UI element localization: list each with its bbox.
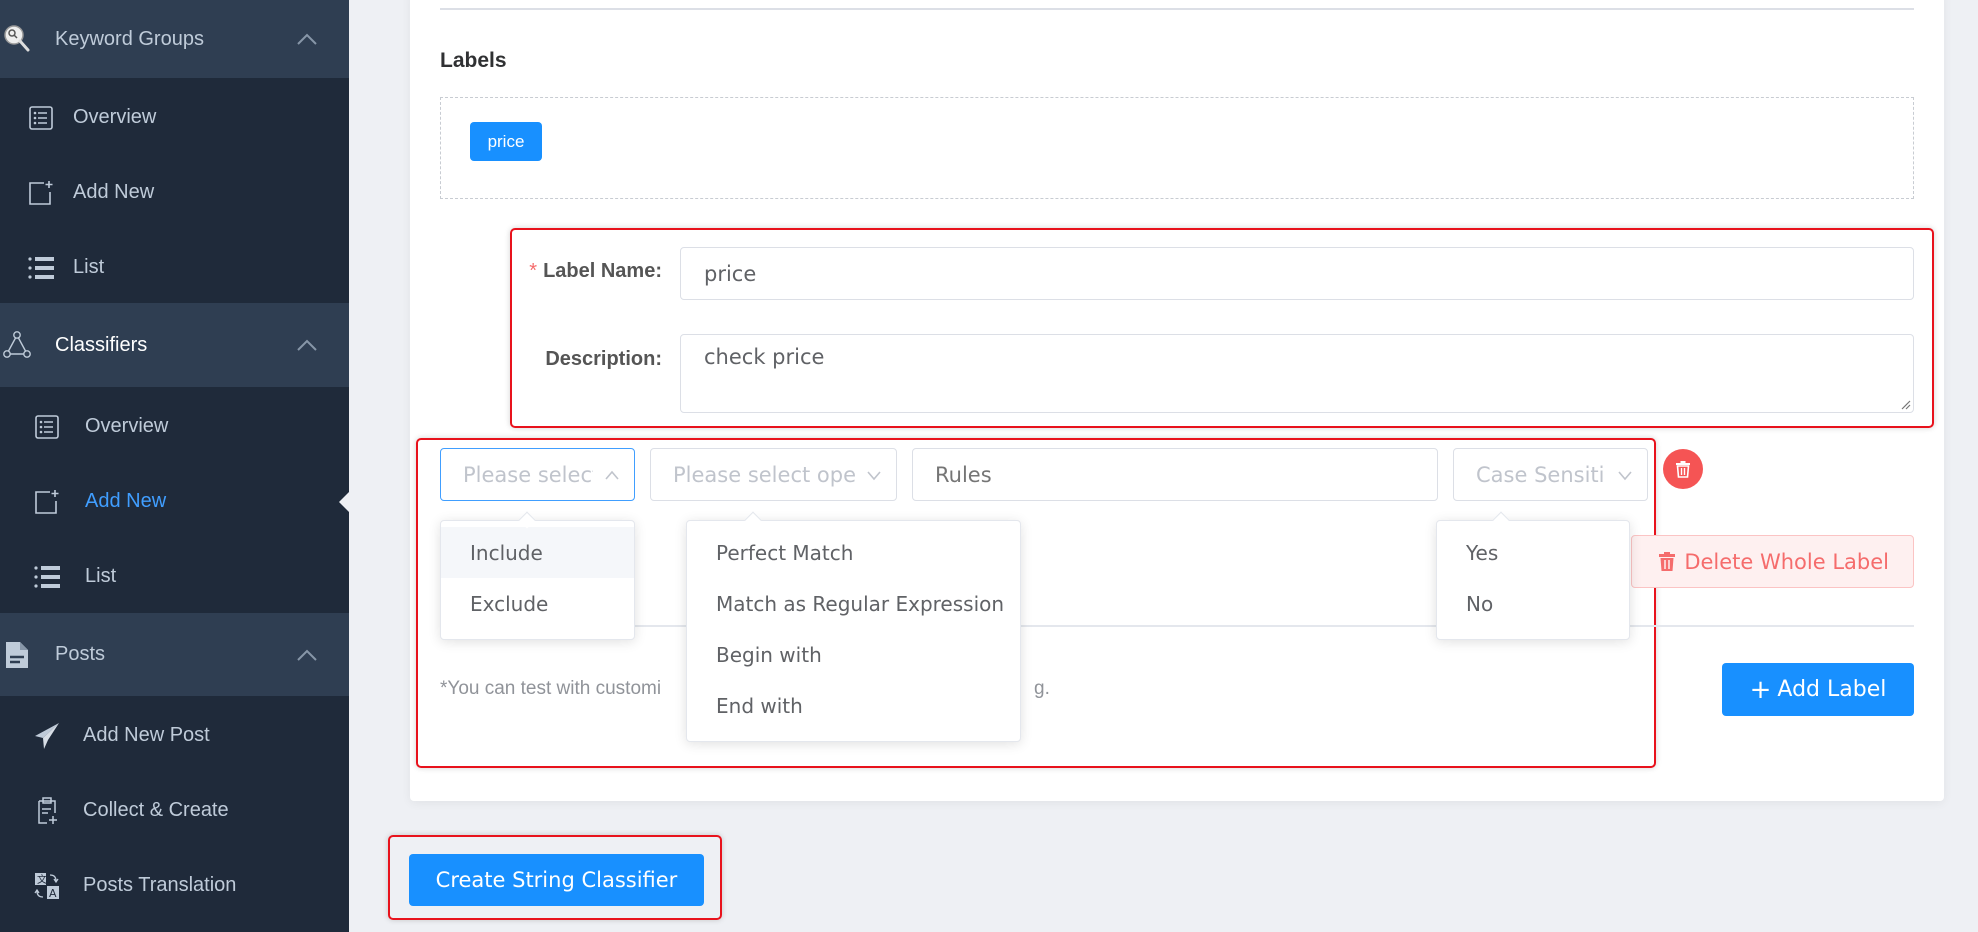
sidebar-item-classifiers-add-new[interactable]: Add New bbox=[0, 464, 349, 539]
operator-dropdown: Perfect Match Match as Regular Expressio… bbox=[686, 511, 1021, 742]
delete-rule-button[interactable] bbox=[1663, 449, 1703, 489]
option-regex[interactable]: Match as Regular Expression bbox=[687, 578, 1020, 629]
add-label-button[interactable]: + Add Label bbox=[1722, 663, 1914, 716]
sidebar-item-classifiers-overview[interactable]: Overview bbox=[0, 389, 349, 464]
option-no[interactable]: No bbox=[1437, 578, 1629, 629]
create-string-classifier-button[interactable]: Create String Classifier bbox=[409, 854, 704, 906]
option-end-with[interactable]: End with bbox=[687, 680, 1020, 731]
hint-text: *You can test with customi g. bbox=[440, 678, 1050, 700]
option-exclude[interactable]: Exclude bbox=[441, 578, 634, 629]
description-value: check price bbox=[704, 345, 825, 369]
label-tag-price[interactable]: price bbox=[470, 122, 542, 161]
chevron-up-icon bbox=[297, 339, 317, 351]
sidebar: Keyword Groups Overview Add New List Cla… bbox=[0, 0, 349, 932]
list-box-icon bbox=[27, 104, 55, 132]
option-yes[interactable]: Yes bbox=[1437, 527, 1629, 578]
case-sensitive-placeholder: Case Sensitive bbox=[1476, 462, 1604, 487]
list-icon bbox=[33, 563, 61, 591]
svg-text:A: A bbox=[49, 887, 57, 900]
option-begin-with[interactable]: Begin with bbox=[687, 629, 1020, 680]
sidebar-item-posts-translation[interactable]: 文A Posts Translation bbox=[0, 848, 349, 923]
sidebar-group-posts[interactable]: Posts bbox=[0, 613, 349, 696]
sidebar-item-label: Overview bbox=[85, 415, 169, 437]
sidebar-item-label: List bbox=[73, 256, 105, 278]
rules-input[interactable] bbox=[912, 448, 1438, 501]
chevron-up-icon bbox=[297, 649, 317, 661]
case-sensitive-select[interactable]: Case Sensitive bbox=[1453, 448, 1648, 501]
sidebar-item-label: Collect & Create bbox=[83, 799, 229, 821]
chevron-down-icon bbox=[1618, 471, 1632, 481]
delete-whole-label-text: Delete Whole Label bbox=[1684, 549, 1889, 574]
sidebar-item-label: Overview bbox=[73, 106, 157, 128]
sidebar-item-keyword-list[interactable]: List bbox=[0, 230, 349, 305]
description-label: Description: bbox=[545, 348, 662, 370]
label-name-input[interactable]: price bbox=[680, 247, 1914, 300]
sidebar-item-keyword-overview[interactable]: Overview bbox=[0, 80, 349, 155]
list-icon bbox=[27, 254, 55, 282]
labels-tag-area bbox=[440, 97, 1914, 199]
resize-handle-icon[interactable] bbox=[1899, 398, 1911, 410]
sidebar-item-label: List bbox=[85, 565, 117, 587]
sidebar-group-label: Classifiers bbox=[55, 333, 148, 356]
network-icon bbox=[2, 330, 32, 360]
active-indicator bbox=[339, 491, 349, 512]
label-name-value: price bbox=[704, 261, 757, 286]
sidebar-item-classifiers-list[interactable]: List bbox=[0, 539, 349, 614]
required-mark: * bbox=[529, 260, 538, 282]
translate-icon: 文A bbox=[33, 872, 61, 900]
operator-placeholder: Please select operator bbox=[673, 462, 855, 487]
trash-icon bbox=[1676, 460, 1690, 478]
list-box-icon bbox=[33, 413, 61, 441]
plus-icon: + bbox=[1749, 674, 1772, 705]
divider bbox=[440, 8, 1914, 10]
operator-select[interactable]: Please select operator bbox=[650, 448, 897, 501]
chevron-down-icon bbox=[867, 471, 881, 481]
sidebar-item-label: Add New Post bbox=[83, 724, 210, 746]
rule-type-dropdown: Include Exclude bbox=[440, 511, 635, 640]
rule-type-select[interactable]: Please select bbox=[440, 448, 635, 501]
sidebar-group-label: Keyword Groups bbox=[55, 27, 204, 50]
sidebar-group-keyword-groups[interactable]: Keyword Groups bbox=[0, 0, 349, 78]
chevron-up-icon bbox=[605, 470, 619, 480]
label-name-label: * Label Name: bbox=[520, 260, 662, 283]
sidebar-item-add-new-post[interactable]: Add New Post bbox=[0, 698, 349, 773]
divider bbox=[440, 625, 1914, 627]
labels-section-title: Labels bbox=[440, 49, 507, 72]
add-doc-icon bbox=[33, 488, 61, 516]
add-doc-icon bbox=[27, 179, 55, 207]
key-search-icon bbox=[2, 24, 32, 54]
delete-whole-label-button[interactable]: Delete Whole Label bbox=[1631, 535, 1914, 588]
description-textarea[interactable]: check price bbox=[680, 334, 1914, 413]
hint-left: *You can test with customi bbox=[440, 678, 662, 699]
svg-text:文: 文 bbox=[37, 873, 47, 886]
rule-type-placeholder: Please select bbox=[463, 462, 593, 487]
sidebar-item-label: Add New bbox=[85, 490, 167, 512]
option-include[interactable]: Include bbox=[441, 527, 634, 578]
paper-plane-icon bbox=[33, 722, 61, 750]
clipboard-add-icon bbox=[33, 796, 61, 825]
sidebar-group-classifiers[interactable]: Classifiers bbox=[0, 303, 349, 387]
document-icon bbox=[2, 640, 32, 670]
add-label-text: Add Label bbox=[1777, 677, 1887, 702]
label-name-text: Label Name: bbox=[543, 260, 662, 282]
hint-right: g. bbox=[1034, 678, 1050, 699]
option-perfect-match[interactable]: Perfect Match bbox=[687, 527, 1020, 578]
case-sensitive-dropdown: Yes No bbox=[1436, 511, 1630, 640]
sidebar-item-label: Posts Translation bbox=[83, 874, 237, 896]
sidebar-item-label: Add New bbox=[73, 181, 155, 203]
sidebar-group-label: Posts bbox=[55, 643, 106, 665]
chevron-up-icon bbox=[297, 33, 317, 45]
sidebar-item-keyword-add-new[interactable]: Add New bbox=[0, 155, 349, 230]
sidebar-item-collect-create[interactable]: Collect & Create bbox=[0, 773, 349, 848]
trash-icon bbox=[1659, 551, 1676, 571]
